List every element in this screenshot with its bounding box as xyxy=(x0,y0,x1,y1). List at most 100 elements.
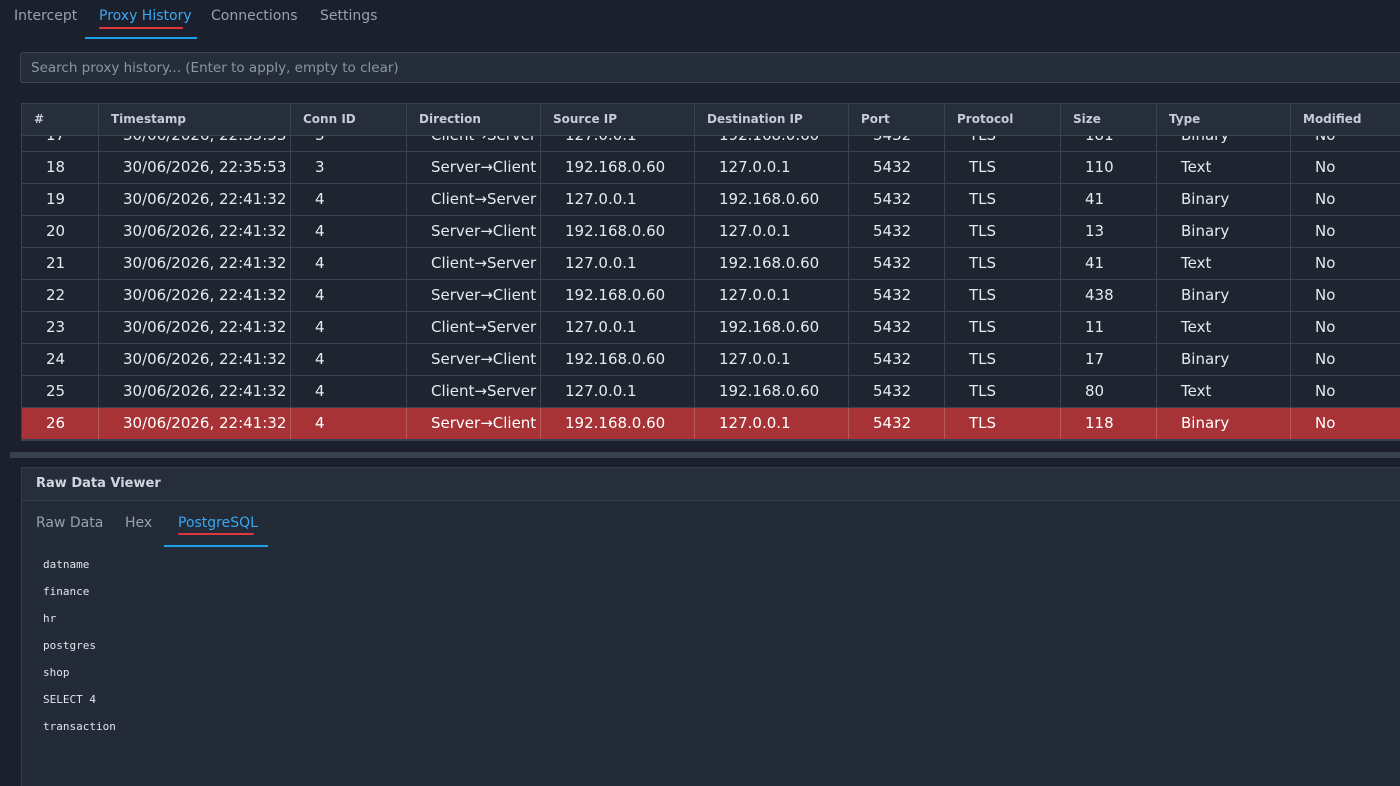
cell-protocol: TLS xyxy=(945,376,1061,407)
cell-timestamp: 30/06/2026, 22:41:32 xyxy=(99,376,291,407)
cell-port: 5432 xyxy=(849,408,945,439)
table-row[interactable]: 21 30/06/2026, 22:41:32 4 Client→Server 127.… xyxy=(22,248,1400,280)
column-header-port[interactable]: Port xyxy=(849,104,945,136)
cell-timestamp: 30/06/2026, 22:41:32 xyxy=(99,280,291,311)
cell-size: 41 xyxy=(1061,248,1157,279)
table-row[interactable]: 24 30/06/2026, 22:41:32 4 Server→Client 192.… xyxy=(22,344,1400,376)
tab-settings[interactable]: Settings xyxy=(306,0,396,40)
active-viewer-tab-marker xyxy=(178,533,254,535)
decoded-line: datname xyxy=(43,558,90,571)
cell-source-ip: 127.0.0.1 xyxy=(541,376,695,407)
cell-size: 80 xyxy=(1061,376,1157,407)
cell-type: Text xyxy=(1157,312,1291,343)
table-row[interactable]: 25 30/06/2026, 22:41:32 4 Client→Server 127.… xyxy=(22,376,1400,408)
cell-timestamp: 30/06/2026, 22:41:32 xyxy=(99,344,291,375)
cell-size: 110 xyxy=(1061,152,1157,183)
cell-modified: No xyxy=(1291,248,1400,279)
column-header-type[interactable]: Type xyxy=(1157,104,1291,136)
column-header-destination-ip[interactable]: Destination IP xyxy=(695,104,849,136)
cell-conn-id: 3 xyxy=(291,152,407,183)
raw-data-viewer: Raw Data Viewer Raw Data Hex PostgreSQL … xyxy=(21,467,1400,786)
column-header-size[interactable]: Size xyxy=(1061,104,1157,136)
decoded-line: hr xyxy=(43,612,57,625)
cell-direction: Server→Client xyxy=(407,152,541,183)
viewer-title: Raw Data Viewer xyxy=(22,468,1400,501)
cell-modified: No xyxy=(1291,376,1400,407)
cell-type: Binary xyxy=(1157,216,1291,247)
table-row[interactable]: 22 30/06/2026, 22:41:32 4 Server→Client 192.… xyxy=(22,280,1400,312)
cell-modified: No xyxy=(1291,152,1400,183)
cell-size: 17 xyxy=(1061,344,1157,375)
cell-conn-id: 4 xyxy=(291,280,407,311)
column-header-num[interactable]: # xyxy=(22,104,99,136)
cell-type: Binary xyxy=(1157,184,1291,215)
column-header-modified[interactable]: Modified xyxy=(1291,104,1400,136)
cell-type: Binary xyxy=(1157,344,1291,375)
cell-port: 5432 xyxy=(849,216,945,247)
tab-proxy-history[interactable]: Proxy History xyxy=(85,0,197,40)
cell-type: Binary xyxy=(1157,408,1291,439)
cell-size: 118 xyxy=(1061,408,1157,439)
viewer-tab-raw-data[interactable]: Raw Data xyxy=(22,512,111,548)
decoded-line: SELECT 4 xyxy=(43,693,96,706)
cell-source-ip: 192.168.0.60 xyxy=(541,344,695,375)
cell-direction: Server→Client xyxy=(407,408,541,439)
table-row-selected[interactable]: 26 30/06/2026, 22:41:32 4 Server→Client 192.… xyxy=(22,408,1400,440)
cell-conn-id: 4 xyxy=(291,408,407,439)
cell-destination-ip: 127.0.0.1 xyxy=(695,344,849,375)
table-row[interactable]: 18 30/06/2026, 22:35:53 3 Server→Client 192.… xyxy=(22,152,1400,184)
table-row[interactable]: 23 30/06/2026, 22:41:32 4 Client→Server 127.… xyxy=(22,312,1400,344)
viewer-tab-postgresql-label: PostgreSQL xyxy=(178,515,258,531)
cell-source-ip: 127.0.0.1 xyxy=(541,248,695,279)
cell-modified: No xyxy=(1291,344,1400,375)
tab-connections-label: Connections xyxy=(211,8,298,24)
cell-source-ip: 192.168.0.60 xyxy=(541,280,695,311)
active-tab-marker xyxy=(99,27,183,29)
cell-num: 22 xyxy=(22,280,99,311)
cell-timestamp: 30/06/2026, 22:41:32 xyxy=(99,248,291,279)
tab-settings-label: Settings xyxy=(320,8,378,24)
column-header-timestamp[interactable]: Timestamp xyxy=(99,104,291,136)
cell-modified: No xyxy=(1291,184,1400,215)
cell-source-ip: 127.0.0.1 xyxy=(541,312,695,343)
cell-timestamp: 30/06/2026, 22:41:32 xyxy=(99,408,291,439)
viewer-tab-hex[interactable]: Hex xyxy=(111,512,165,548)
tab-intercept[interactable]: Intercept xyxy=(0,0,85,40)
cell-protocol: TLS xyxy=(945,312,1061,343)
cell-modified: No xyxy=(1291,280,1400,311)
cell-type: Text xyxy=(1157,152,1291,183)
cell-type: Text xyxy=(1157,376,1291,407)
search-input[interactable] xyxy=(21,53,1400,82)
cell-conn-id: 4 xyxy=(291,216,407,247)
table-row[interactable]: 20 30/06/2026, 22:41:32 4 Server→Client 192.… xyxy=(22,216,1400,248)
tab-intercept-label: Intercept xyxy=(14,8,78,24)
cell-conn-id: 4 xyxy=(291,376,407,407)
tab-connections[interactable]: Connections xyxy=(197,0,307,40)
pane-splitter[interactable] xyxy=(10,452,1400,458)
column-header-protocol[interactable]: Protocol xyxy=(945,104,1061,136)
column-header-conn-id[interactable]: Conn ID xyxy=(291,104,407,136)
proxy-history-table: # Timestamp Conn ID Direction Source IP Desti… xyxy=(21,103,1400,441)
table-header: # Timestamp Conn ID Direction Source IP Desti… xyxy=(22,104,1400,136)
table-row[interactable]: 19 30/06/2026, 22:41:32 4 Client→Server 127.… xyxy=(22,184,1400,216)
decoded-line: shop xyxy=(43,666,70,679)
cell-destination-ip: 127.0.0.1 xyxy=(695,408,849,439)
column-header-source-ip[interactable]: Source IP xyxy=(541,104,695,136)
decoded-line: transaction xyxy=(43,720,116,733)
cell-destination-ip: 192.168.0.60 xyxy=(695,184,849,215)
cell-destination-ip: 127.0.0.1 xyxy=(695,152,849,183)
active-viewer-tab-indicator xyxy=(164,545,268,547)
cell-port: 5432 xyxy=(849,248,945,279)
cell-conn-id: 4 xyxy=(291,248,407,279)
cell-port: 5432 xyxy=(849,312,945,343)
viewer-tab-postgresql[interactable]: PostgreSQL xyxy=(164,512,268,548)
cell-type: Text xyxy=(1157,248,1291,279)
cell-conn-id: 4 xyxy=(291,312,407,343)
app-window: Intercept Proxy History Connections Sett… xyxy=(0,0,1400,786)
cell-direction: Client→Server xyxy=(407,184,541,215)
cell-protocol: TLS xyxy=(945,152,1061,183)
cell-num: 26 xyxy=(22,408,99,439)
cell-protocol: TLS xyxy=(945,408,1061,439)
column-header-direction[interactable]: Direction xyxy=(407,104,541,136)
cell-modified: No xyxy=(1291,408,1400,439)
